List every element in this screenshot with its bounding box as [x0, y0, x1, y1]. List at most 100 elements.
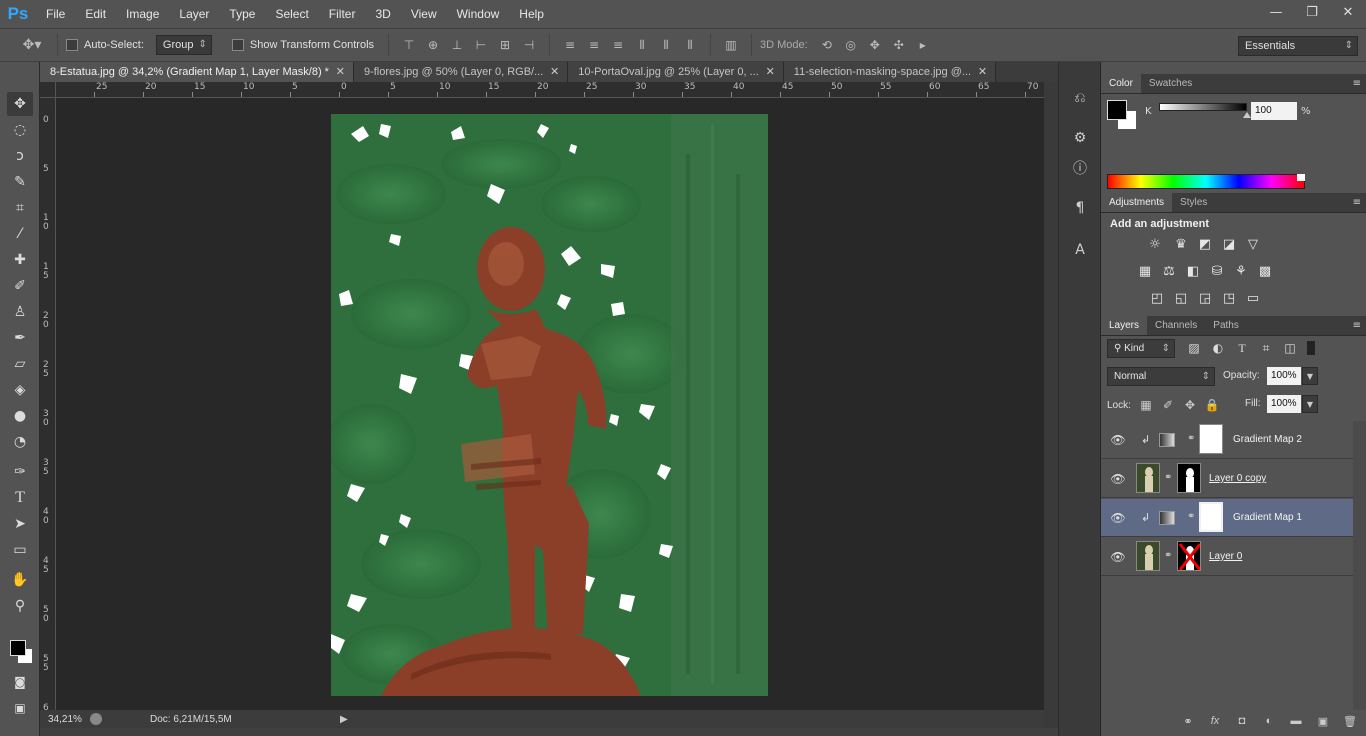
3d-rotate-icon[interactable]: ⟲ [818, 36, 836, 54]
3d-slide-icon[interactable]: ✣ [890, 36, 908, 54]
k-value-input[interactable]: 100 [1251, 102, 1297, 120]
3d-roll-icon[interactable]: ◎ [842, 36, 860, 54]
distribute-bottom-icon[interactable]: ≡ [609, 36, 627, 54]
curves-icon[interactable]: ◩ [1197, 237, 1213, 252]
link-chain-icon[interactable]: ⚭ [1187, 511, 1195, 525]
layer-mask-thumbnail[interactable] [1199, 502, 1223, 532]
filter-smart-object-icon[interactable]: ◫ [1283, 341, 1297, 355]
new-group-icon[interactable]: ▬ [1287, 712, 1305, 730]
link-chain-icon[interactable]: ⚭ [1164, 472, 1172, 486]
filter-shape-icon[interactable]: ⌗ [1259, 341, 1273, 355]
tab-document-1[interactable]: 8-Estatua.jpg @ 34,2% (Gradient Map 1, L… [40, 62, 354, 82]
horizontal-scrollbar[interactable] [40, 728, 1058, 736]
delete-layer-icon[interactable]: 🗑 [1341, 712, 1359, 730]
marquee-tool-icon[interactable]: ◌ [7, 118, 33, 142]
path-selection-tool-icon[interactable]: ➤ [7, 512, 33, 536]
layer-image-thumbnail[interactable] [1136, 541, 1160, 571]
layer-mask-thumbnail[interactable] [1177, 463, 1201, 493]
color-panel-foreground-swatch[interactable] [1107, 100, 1127, 120]
layer-row[interactable]: 👁 ↲ ⚭ Gradient Map 1 [1101, 499, 1353, 537]
layer-name[interactable]: Layer 0 [1209, 551, 1242, 562]
color-lookup-icon[interactable]: ▩ [1257, 264, 1273, 279]
tab-color[interactable]: Color [1101, 74, 1141, 93]
quick-mask-icon[interactable]: ◙ [7, 670, 33, 694]
layer-style-icon[interactable]: fx [1206, 712, 1224, 730]
rectangle-tool-icon[interactable]: ▭ [7, 538, 33, 562]
zoom-field[interactable]: 34,21% [40, 714, 82, 725]
add-mask-icon[interactable]: ◘ [1233, 712, 1251, 730]
spectrum-white-swatch[interactable] [1297, 174, 1305, 181]
tab-layers[interactable]: Layers [1101, 316, 1148, 335]
new-layer-icon[interactable]: ▣ [1314, 712, 1332, 730]
layer-filter-kind-dropdown[interactable]: ⚲ Kind ⇕ [1107, 339, 1175, 358]
gradient-map-icon[interactable]: ▭ [1245, 291, 1261, 306]
layer-image-thumbnail[interactable] [1136, 463, 1160, 493]
menu-type[interactable]: Type [219, 0, 265, 28]
history-panel-icon[interactable]: ⎌ [1070, 88, 1090, 108]
brightness-contrast-icon[interactable]: ☼ [1147, 237, 1163, 252]
lock-position-icon[interactable]: ✥ [1183, 398, 1197, 412]
properties-panel-icon[interactable]: ⚙ [1070, 128, 1090, 148]
zoom-tool-icon[interactable]: ⚲ [7, 594, 33, 618]
align-bottom-icon[interactable]: ⊥ [448, 36, 466, 54]
distribute-left-icon[interactable]: ⦀ [633, 36, 651, 54]
3d-drag-icon[interactable]: ✥ [866, 36, 884, 54]
link-chain-icon[interactable]: ⚭ [1164, 550, 1172, 564]
clone-stamp-tool-icon[interactable]: ♙ [7, 300, 33, 324]
auto-select-checkbox[interactable] [66, 39, 78, 51]
menu-edit[interactable]: Edit [75, 0, 116, 28]
character-panel-icon[interactable]: A [1070, 240, 1090, 260]
move-tool-preset-icon[interactable]: ✥▾ [18, 36, 46, 54]
filter-toggle-icon[interactable] [1307, 341, 1315, 355]
filter-adjustment-icon[interactable]: ◐ [1211, 341, 1225, 355]
layer-row[interactable]: 👁 ⚭ Layer 0 copy [1101, 460, 1353, 498]
photo-filter-icon[interactable]: ⛁ [1209, 264, 1225, 279]
distribute-right-icon[interactable]: ⦀ [681, 36, 699, 54]
invert-icon[interactable]: ◰ [1149, 291, 1165, 306]
fill-input[interactable]: 100% [1267, 395, 1301, 413]
color-balance-icon[interactable]: ⚖ [1161, 264, 1177, 279]
layer-mask-thumbnail[interactable] [1199, 424, 1223, 454]
crop-tool-icon[interactable]: ⌗ [7, 196, 33, 220]
tab-close-icon[interactable]: ✕ [978, 62, 987, 82]
move-tool-icon[interactable]: ✥ [7, 92, 33, 116]
screen-mode-icon[interactable]: ▣ [7, 696, 33, 720]
align-left-icon[interactable]: ⊢ [472, 36, 490, 54]
tab-styles[interactable]: Styles [1172, 193, 1215, 212]
vertical-ruler[interactable]: 051 01 52 02 53 03 54 04 55 05 56 [40, 98, 56, 710]
status-info-icon[interactable] [90, 713, 102, 725]
filter-type-icon[interactable]: T [1235, 341, 1249, 355]
opacity-input[interactable]: 100% [1267, 367, 1301, 385]
layer-row[interactable]: 👁 ⚭ Layer 0 [1101, 538, 1353, 576]
tab-swatches[interactable]: Swatches [1141, 74, 1200, 93]
color-spectrum-bar[interactable] [1107, 174, 1305, 189]
tab-adjustments[interactable]: Adjustments [1101, 193, 1173, 212]
lock-pixels-icon[interactable]: ✐ [1161, 398, 1175, 412]
layers-scrollbar[interactable] [1353, 421, 1366, 710]
horizontal-ruler[interactable]: 25 20 15 10 5 0 5 10 15 20 25 30 35 40 45 50 55 60 65 70 [56, 82, 1044, 98]
align-right-icon[interactable]: ⊣ [520, 36, 538, 54]
channel-mixer-icon[interactable]: ⚘ [1233, 264, 1249, 279]
visibility-eye-icon[interactable]: 👁 [1110, 472, 1125, 486]
distribute-top-icon[interactable]: ≡ [561, 36, 579, 54]
canvas-workspace[interactable] [56, 98, 1044, 710]
transform-controls-checkbox[interactable] [231, 39, 244, 51]
status-menu-arrow-icon[interactable]: ▶ [340, 714, 348, 725]
restore-button[interactable]: ❐ [1294, 0, 1330, 24]
lock-all-icon[interactable]: 🔒 [1205, 398, 1220, 412]
tab-document-2[interactable]: 9-flores.jpg @ 50% (Layer 0, RGB/... ✕ [353, 62, 569, 82]
quick-selection-tool-icon[interactable]: ✎ [7, 170, 33, 194]
ruler-origin[interactable] [40, 82, 56, 98]
align-top-icon[interactable]: ⊤ [400, 36, 418, 54]
exposure-icon[interactable]: ◪ [1221, 237, 1237, 252]
distribute-hcenter-icon[interactable]: ⦀ [657, 36, 675, 54]
blur-tool-icon[interactable]: ● [7, 404, 33, 428]
eraser-tool-icon[interactable]: ▱ [7, 352, 33, 376]
vertical-scrollbar[interactable] [1044, 82, 1058, 728]
hue-saturation-icon[interactable]: ▦ [1137, 264, 1153, 279]
paint-bucket-tool-icon[interactable]: ◈ [7, 378, 33, 402]
menu-layer[interactable]: Layer [169, 0, 219, 28]
selective-color-icon[interactable]: ◳ [1221, 291, 1237, 306]
panel-menu-icon[interactable]: ≡ [1353, 193, 1361, 213]
auto-align-icon[interactable]: ▥ [722, 36, 740, 54]
